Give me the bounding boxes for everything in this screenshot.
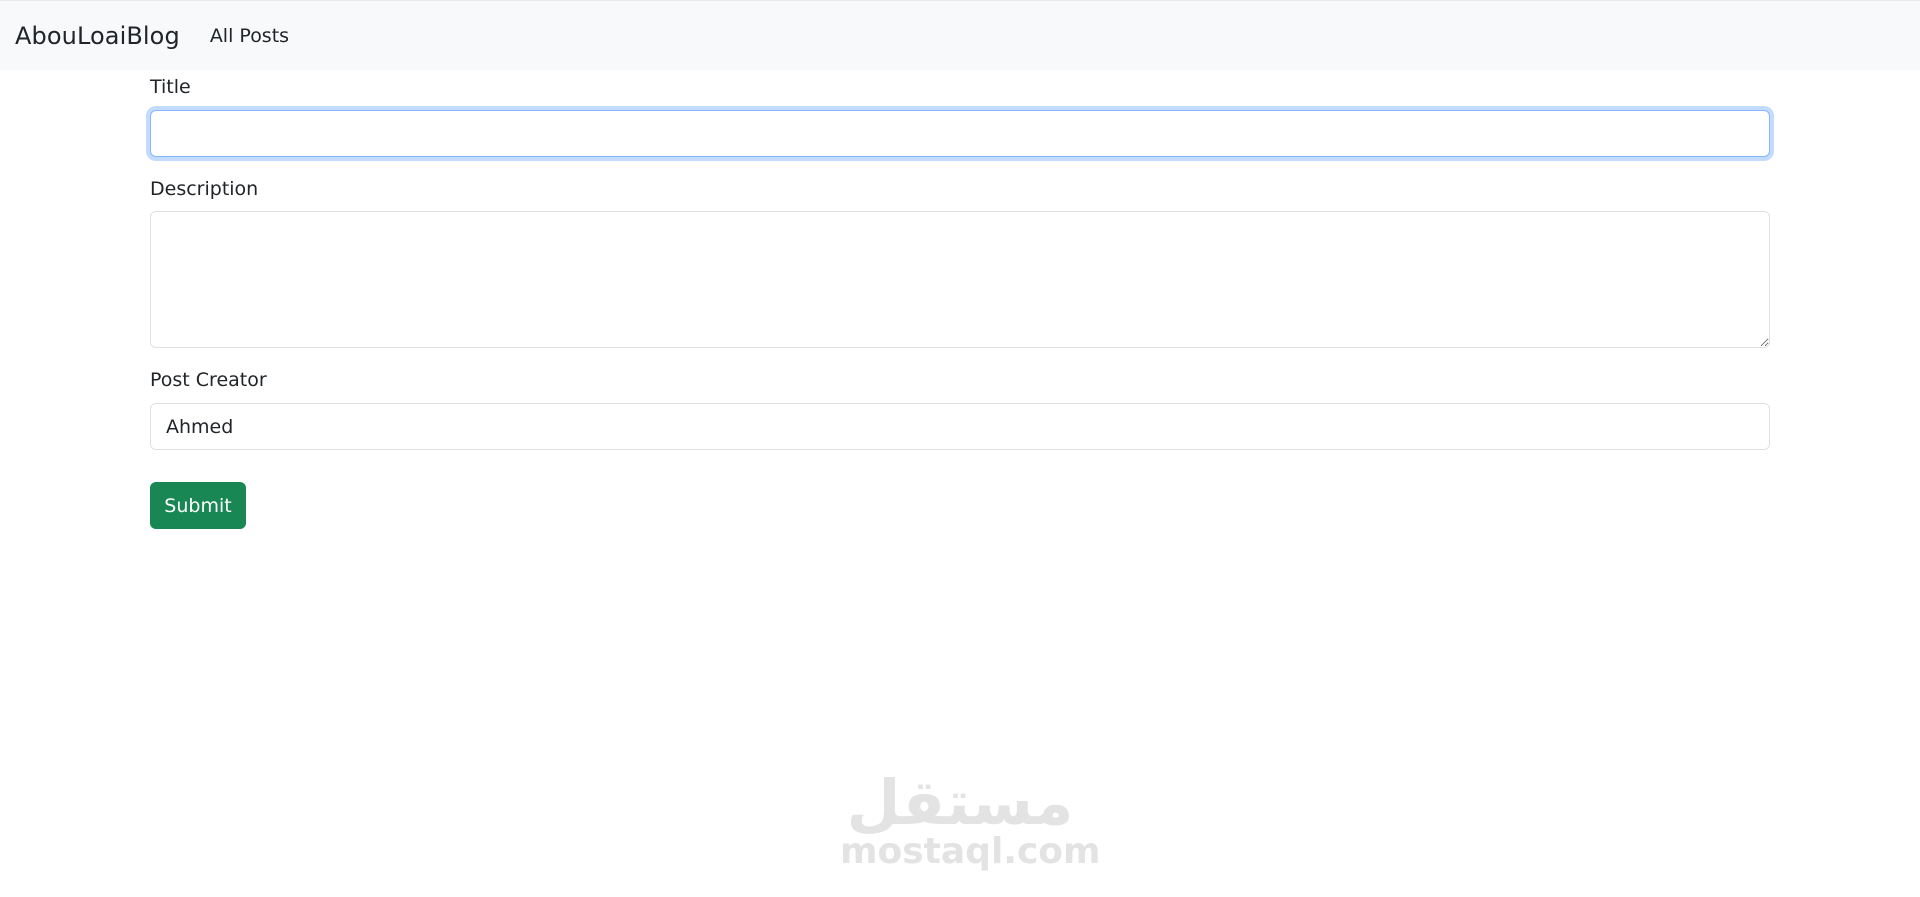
nav-link-all-posts[interactable]: All Posts [210, 25, 289, 47]
description-textarea[interactable] [150, 211, 1770, 348]
post-creator-select[interactable]: Ahmed [150, 403, 1770, 450]
watermark-logo: مستقل mostaql.com [840, 766, 1101, 872]
watermark-arabic-text: مستقل [846, 766, 1074, 839]
create-post-form: Title Description Post Creator Ahmed [150, 70, 1770, 450]
title-input[interactable] [150, 110, 1770, 157]
navbar: AbouLoaiBlog All Posts [0, 0, 1920, 70]
post-creator-label: Post Creator [150, 369, 267, 391]
submit-button[interactable]: Submit [150, 482, 246, 529]
title-label: Title [150, 76, 191, 98]
brand-link[interactable]: AbouLoaiBlog [15, 22, 180, 50]
description-label: Description [150, 178, 259, 200]
watermark-latin-text: mostaql.com [840, 831, 1101, 872]
